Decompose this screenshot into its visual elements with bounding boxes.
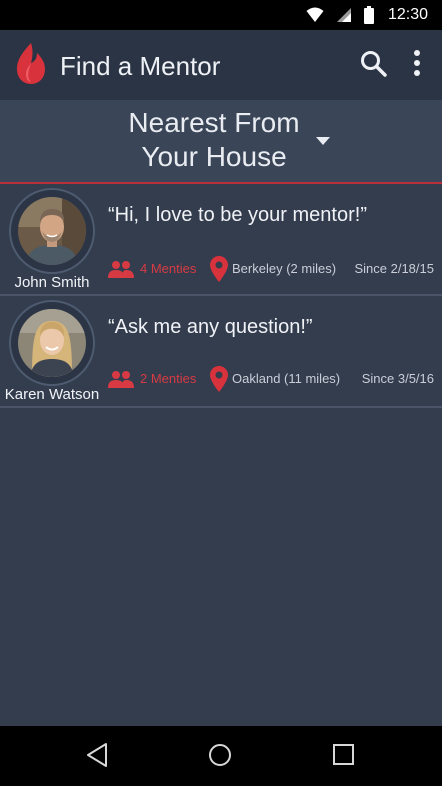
search-icon[interactable] — [358, 48, 390, 80]
menties-count: 2 Menties — [140, 371, 197, 386]
mentor-row[interactable]: John Smith “Hi, I love to be your mentor… — [0, 184, 442, 296]
avatar — [9, 188, 95, 274]
mentor-location: Berkeley (2 miles) — [232, 261, 337, 276]
cell-signal-icon — [336, 8, 351, 22]
back-icon[interactable] — [86, 742, 108, 768]
app-bar: Find a Mentor — [0, 30, 442, 100]
mentor-quote: “Ask me any question!” — [108, 316, 313, 338]
avatar-photo-woman — [18, 309, 86, 377]
mentor-row[interactable]: Karen Watson “Ask me any question!” 2 Me… — [0, 296, 442, 408]
home-icon[interactable] — [209, 744, 231, 766]
status-time: 12:30 — [387, 6, 428, 23]
mentor-location: Oakland (11 miles) — [232, 371, 341, 386]
mentor-since: Since 3/5/16 — [361, 371, 434, 386]
avatar — [9, 300, 95, 386]
mentor-meta: 4 Menties Berkeley (2 miles) Since 2/18/… — [108, 256, 438, 282]
people-icon — [108, 371, 134, 388]
mentor-quote: “Hi, I love to be your mentor!” — [108, 204, 367, 226]
sort-filter-dropdown[interactable]: Nearest From Your House — [0, 100, 442, 184]
mentor-meta: 2 Menties Oakland (11 miles) Since 3/5/1… — [108, 366, 438, 392]
filter-label-line2: Your House — [141, 141, 287, 172]
menties-count: 4 Menties — [140, 261, 197, 276]
chevron-down-icon — [316, 137, 330, 145]
mentor-name: Karen Watson — [4, 386, 100, 403]
people-icon — [108, 261, 134, 278]
system-nav-bar — [0, 726, 442, 786]
filter-label: Nearest From Your House — [100, 106, 328, 174]
wifi-icon — [306, 7, 324, 22]
mentor-name: John Smith — [14, 274, 90, 291]
recents-icon[interactable] — [333, 744, 354, 765]
mentor-list: John Smith “Hi, I love to be your mentor… — [0, 184, 442, 408]
status-bar: 12:30 — [0, 0, 442, 30]
location-pin-icon — [210, 256, 228, 282]
location-pin-icon — [210, 366, 228, 392]
avatar-photo-man — [18, 197, 86, 265]
filter-label-line1: Nearest From — [128, 107, 300, 138]
app-title: Find a Mentor — [60, 51, 221, 81]
battery-icon — [363, 6, 374, 24]
more-vert-icon[interactable] — [405, 48, 429, 80]
mentor-since: Since 2/18/15 — [354, 261, 434, 276]
flame-logo — [17, 43, 45, 84]
